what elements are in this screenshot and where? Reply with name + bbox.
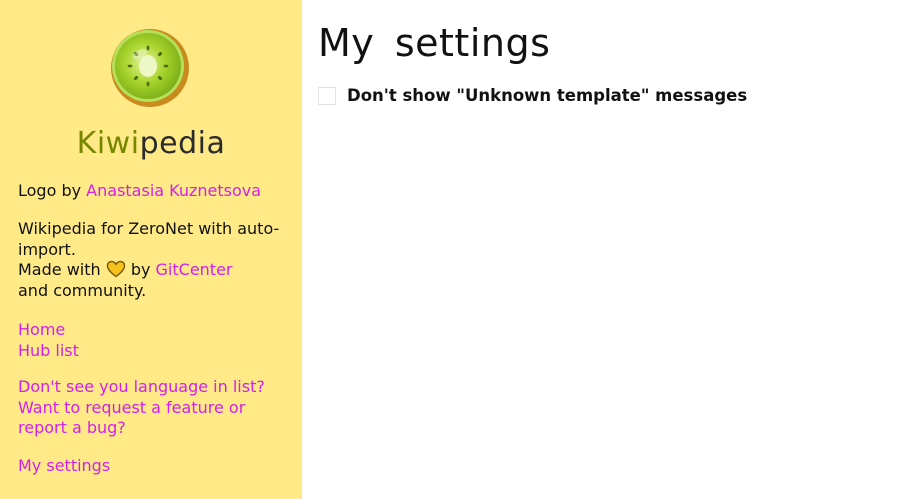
made-with-prefix: Made with [18,260,106,279]
feature-request-link[interactable]: Want to request a feature or report a bu… [18,398,245,438]
sidebar: Kiwipedia Logo by Anastasia Kuznetsova W… [0,0,302,499]
brand-part-pedia: pedia [139,126,226,161]
kiwi-logo-icon[interactable] [110,28,190,108]
settings-nav: My settings [18,456,288,477]
sidebar-item-my-settings[interactable]: My settings [18,456,110,475]
unknown-template-checkbox[interactable] [318,86,336,105]
brand-part-kiwi: Kiwi [76,126,140,161]
description-text: Wikipedia for ZeroNet with auto-import. [18,219,280,259]
feedback-links: Don't see you language in list? Want to … [18,377,288,439]
language-request-link[interactable]: Don't see you language in list? [18,377,265,396]
logo-credit: Logo by Anastasia Kuznetsova [18,181,288,202]
page-title: My settings [318,21,551,65]
setting-label[interactable]: Don't show "Unknown template" messages [347,86,747,105]
logo-credit-prefix: Logo by [18,181,87,200]
heart-icon [106,260,126,278]
sidebar-item-hub-list[interactable]: Hub list [18,341,79,360]
sidebar-nav: Home Hub list [18,320,288,361]
setting-row-unknown-template[interactable]: Don't show "Unknown template" messages [318,86,747,105]
logo-author-link[interactable]: Anastasia Kuznetsova [86,181,261,200]
made-with-suffix: and community. [18,280,147,300]
made-with-by: by [125,260,156,279]
site-description: Wikipedia for ZeroNet with auto-import. … [18,219,288,301]
brand-name: Kiwipedia [0,124,302,164]
sidebar-item-home[interactable]: Home [18,320,65,339]
gitcenter-link[interactable]: GitCenter [156,260,233,279]
